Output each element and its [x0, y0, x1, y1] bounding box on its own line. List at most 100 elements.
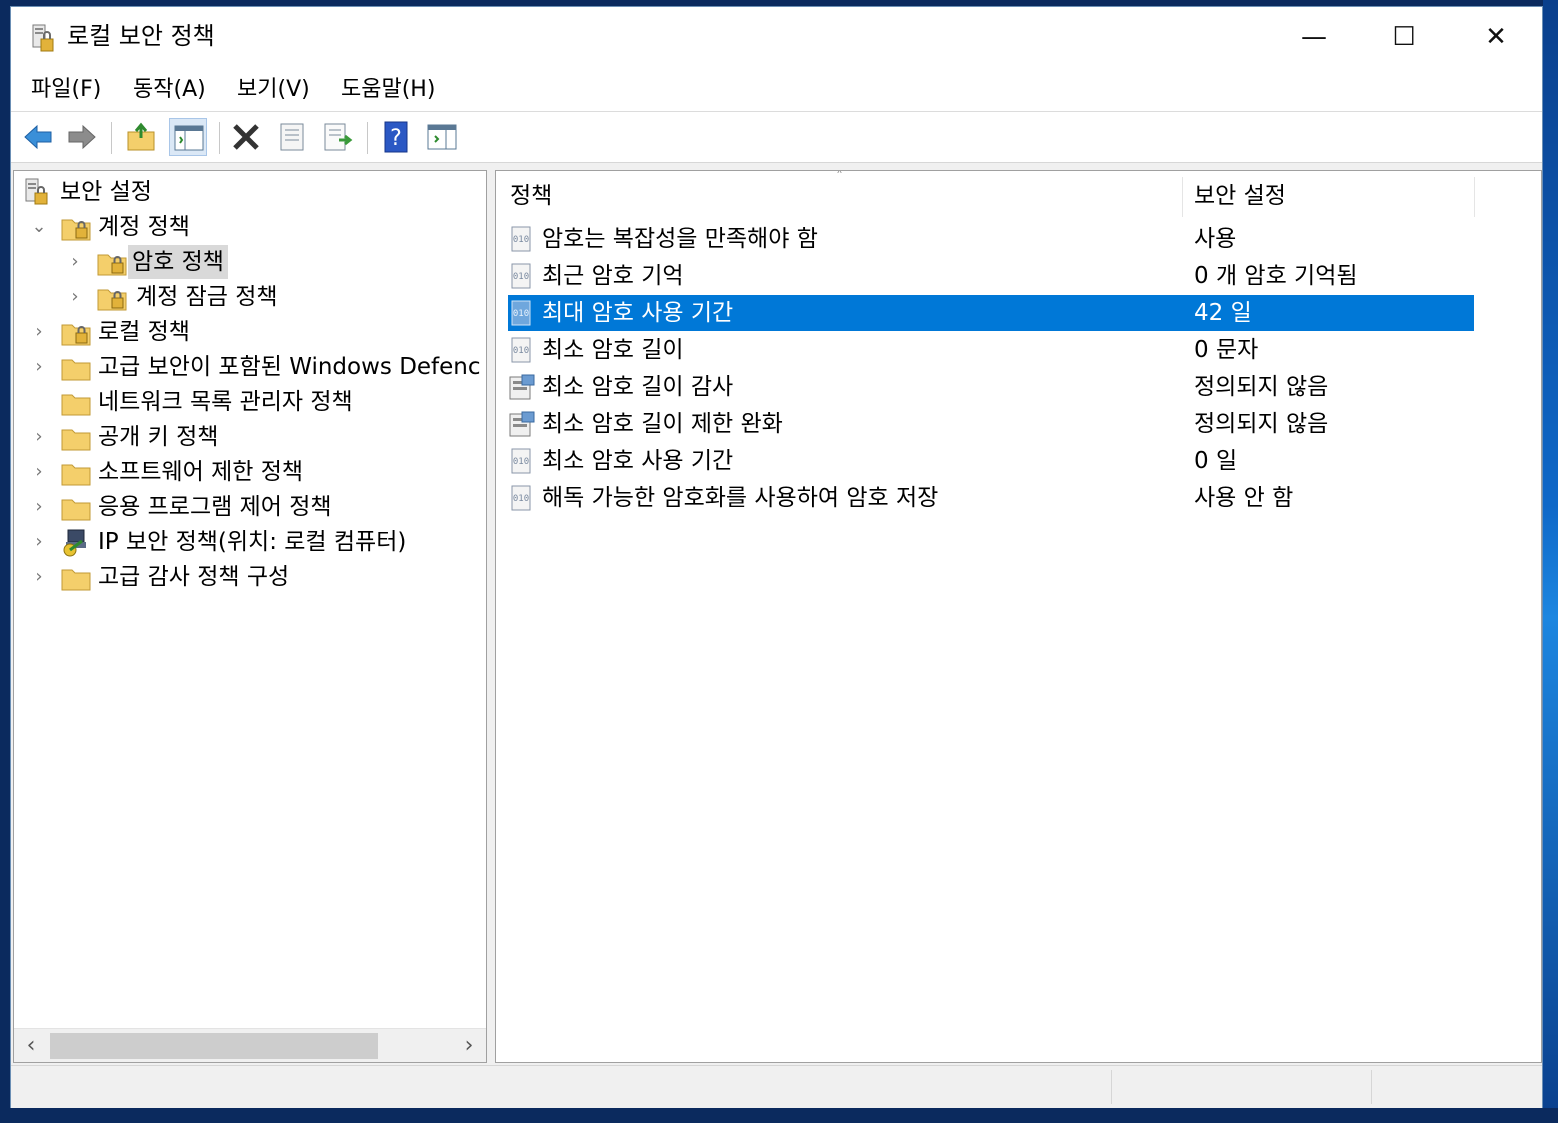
column-header-security-setting[interactable]: 보안 설정: [1194, 171, 1286, 221]
scroll-right-button[interactable]: ›: [452, 1029, 486, 1062]
list-row[interactable]: 최소 암호 길이 제한 완화 정의되지 않음: [508, 406, 1474, 442]
tree-item-label: 암호 정책: [128, 245, 228, 279]
tree-item-network-list-manager[interactable]: 네트워크 목록 관리자 정책: [22, 385, 482, 419]
title-bar[interactable]: 로컬 보안 정책 — ☐ ✕: [11, 7, 1542, 67]
policy-name: 암호는 복잡성을 만족해야 함: [542, 226, 818, 252]
properties-button[interactable]: [273, 118, 311, 156]
scroll-left-button[interactable]: ‹: [14, 1029, 48, 1062]
policy-audit-icon: [509, 374, 535, 400]
forward-button[interactable]: [63, 118, 101, 156]
up-one-level-button[interactable]: [123, 118, 161, 156]
sort-ascending-icon: ˄: [836, 170, 843, 185]
toolbar-separator: [219, 122, 220, 154]
menu-file[interactable]: 파일(F): [25, 75, 107, 105]
delete-button[interactable]: [227, 118, 265, 156]
tree-item-label: 계정 잠금 정책: [136, 284, 278, 310]
tree-item-label: IP 보안 정책(위치: 로컬 컴퓨터): [98, 529, 407, 555]
policy-value: 정의되지 않음: [1194, 374, 1329, 400]
policy-folder-icon: [97, 289, 127, 311]
folder-icon: [61, 359, 91, 381]
list-row[interactable]: 010 최소 암호 사용 기간 0 일: [508, 443, 1474, 479]
tree-item-application-control[interactable]: › 응용 프로그램 제어 정책: [22, 490, 482, 524]
policy-setting-icon: 010: [511, 485, 531, 511]
policy-setting-icon: 010: [511, 226, 531, 252]
menu-view[interactable]: 보기(V): [231, 75, 316, 105]
scrollbar-thumb[interactable]: [50, 1033, 378, 1059]
column-header-policy[interactable]: 정책: [510, 171, 552, 221]
expand-chevron-icon[interactable]: ›: [30, 455, 48, 489]
expand-chevron-icon[interactable]: ›: [30, 350, 48, 384]
show-hide-tree-icon: [174, 125, 204, 151]
tree-item-security-settings[interactable]: 보안 설정: [22, 175, 482, 209]
menu-action[interactable]: 동작(A): [127, 75, 212, 105]
back-button[interactable]: [19, 118, 57, 156]
tree-item-advanced-audit-policy[interactable]: › 고급 감사 정책 구성: [22, 560, 482, 594]
list-row[interactable]: 010 최근 암호 기억 0 개 암호 기억됨: [508, 258, 1474, 294]
expand-chevron-icon[interactable]: ›: [30, 420, 48, 454]
export-list-button[interactable]: [319, 118, 357, 156]
up-folder-icon: [127, 122, 155, 151]
svg-text:010: 010: [513, 346, 529, 356]
svg-text:010: 010: [513, 235, 529, 245]
policy-value: 0 문자: [1194, 337, 1259, 363]
show-hide-tree-button[interactable]: [169, 118, 207, 156]
expand-chevron-icon[interactable]: ›: [30, 525, 48, 559]
policy-audit-icon: [509, 411, 535, 437]
collapse-chevron-icon[interactable]: ⌄: [30, 210, 48, 244]
policy-name: 최소 암호 길이 감사: [542, 374, 734, 400]
tree-item-local-policies[interactable]: › 로컬 정책: [22, 315, 482, 349]
help-button[interactable]: ?: [377, 118, 415, 156]
menu-bar: 파일(F) 동작(A) 보기(V) 도움말(H): [11, 67, 1542, 112]
tree-item-windows-defender-firewall[interactable]: › 고급 보안이 포함된 Windows Defenc: [22, 350, 486, 384]
policy-setting-icon: 010: [511, 300, 531, 326]
svg-text:010: 010: [513, 309, 529, 319]
expand-chevron-icon[interactable]: ›: [66, 245, 84, 279]
svg-text:010: 010: [513, 494, 529, 504]
column-divider[interactable]: [1474, 177, 1475, 217]
expand-chevron-icon[interactable]: ›: [30, 315, 48, 349]
policy-setting-icon: 010: [511, 337, 531, 363]
list-row[interactable]: 010 해독 가능한 암호화를 사용하여 암호 저장 사용 안 함: [508, 480, 1474, 516]
ip-security-icon: [63, 529, 86, 557]
list-row[interactable]: 최소 암호 길이 감사 정의되지 않음: [508, 369, 1474, 405]
desktop-taskbar-edge: [0, 1108, 1558, 1123]
tree-item-password-policy[interactable]: › 암호 정책: [22, 245, 482, 279]
tree-item-software-restriction[interactable]: › 소프트웨어 제한 정책: [22, 455, 482, 489]
status-bar: [11, 1065, 1542, 1108]
svg-text:010: 010: [513, 457, 529, 467]
tree-item-ip-security-policies[interactable]: › IP 보안 정책(위치: 로컬 컴퓨터): [22, 525, 482, 559]
forward-arrow-icon: [68, 124, 96, 150]
menu-help[interactable]: 도움말(H): [335, 75, 441, 105]
expand-chevron-icon[interactable]: ›: [66, 280, 84, 314]
policy-value: 42 일: [1194, 300, 1252, 326]
minimize-button[interactable]: —: [1269, 7, 1359, 67]
list-row[interactable]: 010 최소 암호 길이 0 문자: [508, 332, 1474, 368]
console-tree-pane[interactable]: 보안 설정 ⌄ 계정 정책 › 암호 정책 › 계정 잠금 정책 › 로컬 정책…: [13, 170, 487, 1063]
tree-item-public-key-policies[interactable]: › 공개 키 정책: [22, 420, 482, 454]
policy-setting-icon: 010: [511, 263, 531, 289]
show-action-pane-button[interactable]: [423, 118, 461, 156]
properties-icon: [280, 123, 304, 151]
list-row[interactable]: 010 암호는 복잡성을 만족해야 함 사용: [508, 221, 1474, 257]
policy-name: 최소 암호 사용 기간: [542, 448, 734, 474]
close-button[interactable]: ✕: [1451, 7, 1541, 67]
policy-setting-icon: 010: [511, 448, 531, 474]
window-title: 로컬 보안 정책: [67, 22, 215, 50]
svg-text:010: 010: [513, 272, 529, 282]
list-row-selected[interactable]: 010 최대 암호 사용 기간 42 일: [508, 295, 1474, 331]
expand-chevron-icon[interactable]: ›: [30, 560, 48, 594]
export-list-icon: [324, 123, 353, 151]
tree-item-account-policies[interactable]: ⌄ 계정 정책: [22, 210, 482, 244]
column-divider[interactable]: [1182, 177, 1183, 217]
policy-list-pane[interactable]: ˄ 정책 보안 설정 010 암호는 복잡성을 만족해야 함 사용 010 최근…: [495, 170, 1542, 1063]
tree-item-label: 고급 보안이 포함된 Windows Defenc: [98, 354, 481, 380]
tree-item-label: 소프트웨어 제한 정책: [98, 459, 304, 485]
tree-item-account-lockout-policy[interactable]: › 계정 잠금 정책: [22, 280, 482, 314]
policy-folder-icon: [97, 254, 127, 276]
tree-item-label: 응용 프로그램 제어 정책: [98, 494, 332, 520]
tree-horizontal-scrollbar[interactable]: ‹ ›: [14, 1028, 486, 1062]
policy-folder-icon: [61, 324, 91, 346]
back-arrow-icon: [24, 124, 52, 150]
expand-chevron-icon[interactable]: ›: [30, 490, 48, 524]
maximize-button[interactable]: ☐: [1359, 7, 1449, 67]
